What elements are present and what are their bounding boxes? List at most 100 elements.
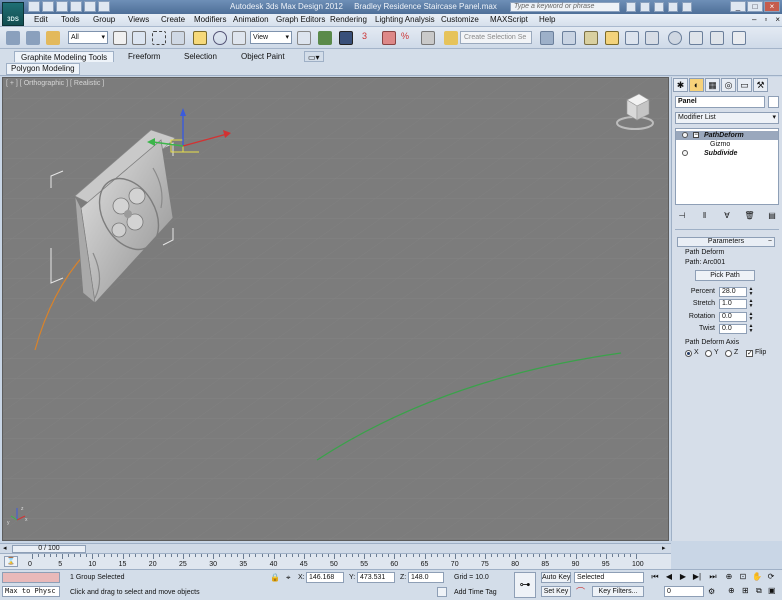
maximize-viewport-icon[interactable]: ⧉ (756, 586, 762, 596)
communication-center-icon[interactable] (654, 2, 664, 12)
menu-help[interactable]: Help (539, 15, 555, 24)
parameters-rollout-header[interactable]: Parameters − (677, 237, 775, 247)
render-production-icon[interactable] (732, 31, 746, 45)
key-mode-dropdown[interactable]: Selected (574, 572, 644, 583)
pivot-center-icon[interactable] (297, 31, 311, 45)
select-and-scale-icon[interactable] (232, 31, 246, 45)
schematic-view-icon[interactable] (645, 31, 659, 45)
rectangular-selection-icon[interactable] (152, 31, 166, 45)
add-time-tag-icon[interactable] (437, 587, 447, 597)
stretch-spinner-arrows-icon[interactable]: ▲ ▼ (748, 299, 754, 309)
select-and-link-icon[interactable] (6, 31, 20, 45)
modifier-toggle-bulb-icon[interactable] (682, 150, 688, 156)
set-key-big-icon[interactable]: ⊶ (514, 572, 536, 598)
redo-icon[interactable] (84, 1, 96, 12)
stack-item-pathdeform[interactable]: − PathDeform (676, 131, 778, 140)
pan-view-icon[interactable]: ✋ (752, 572, 762, 582)
time-configuration-icon[interactable]: ⚙ (708, 587, 715, 596)
reference-coordinate-dropdown[interactable]: View (250, 31, 292, 44)
layer-manager-icon[interactable] (584, 31, 598, 45)
zoom-all-icon[interactable]: ⊞ (742, 586, 749, 595)
close-button[interactable]: × (764, 1, 780, 12)
subscription-icon[interactable] (640, 2, 650, 12)
y-coord-input[interactable]: 473.531 (357, 572, 395, 583)
save-file-icon[interactable] (56, 1, 68, 12)
field-of-view-icon[interactable]: ▣ (768, 586, 776, 595)
maxscript-listener-mini[interactable] (2, 572, 60, 583)
menu-maxscript[interactable]: MAXScript (490, 15, 528, 24)
time-slider-next-icon[interactable]: ▸ (662, 544, 666, 552)
time-slider-thumb[interactable]: 0 / 100 (12, 545, 86, 553)
align-icon[interactable] (562, 31, 576, 45)
tab-freeform[interactable]: Freeform (122, 51, 166, 62)
project-folder-icon[interactable] (98, 1, 110, 12)
select-by-name-icon[interactable] (132, 31, 146, 45)
menu-group[interactable]: Group (93, 15, 115, 24)
tab-graphite-modeling-tools[interactable]: Graphite Modeling Tools (14, 51, 115, 62)
track-bar[interactable]: ⌛ 0 5 10 15 20 25 30 35 40 45 50 55 60 65 70 75 80 85 90 95… (0, 553, 671, 569)
curve-editor-icon[interactable] (625, 31, 639, 45)
angle-snap-icon[interactable] (382, 31, 396, 45)
modify-tab-icon[interactable]: ◐ (689, 78, 704, 92)
ribbon-options-icon[interactable]: ▭▾ (304, 51, 324, 62)
orbit-icon[interactable]: ⟳ (766, 572, 776, 582)
mini-curve-editor-icon[interactable]: ⌛ (4, 556, 18, 567)
viewport-label[interactable]: [ + ] [ Orthographic ] [ Realistic ] (6, 80, 104, 87)
percent-snap-icon[interactable]: % (401, 31, 415, 45)
time-slider[interactable]: ◂ 0 / 100 ▸ (0, 543, 671, 553)
stack-item-gizmo[interactable]: Gizmo (676, 140, 778, 149)
percent-spinner-arrows-icon[interactable]: ▲ ▼ (748, 287, 754, 297)
x-coord-input[interactable]: 146.168 (306, 572, 344, 583)
infocenter-search-input[interactable]: Type a keyword or phrase (510, 2, 620, 12)
zoom-icon[interactable]: ⊕ (728, 586, 735, 595)
zoom-extents-selected-icon[interactable]: ⊡ (738, 572, 748, 582)
perspective-viewport[interactable]: z x y [ + ] [ Orthographic ] [ Realistic… (2, 77, 669, 541)
keyboard-shortcut-override-icon[interactable] (339, 31, 353, 45)
next-frame-icon[interactable]: ▶| (692, 572, 702, 582)
unlink-selection-icon[interactable] (26, 31, 40, 45)
favorites-star-icon[interactable] (668, 2, 678, 12)
minimize-button[interactable]: _ (730, 1, 746, 12)
twist-spinner-input[interactable]: 0.0 (719, 324, 747, 334)
app-logo-button[interactable]: 3DS (2, 2, 24, 26)
snaps-toggle-icon[interactable]: 3 (362, 31, 376, 45)
pick-path-button[interactable]: Pick Path (695, 270, 755, 281)
spinner-snap-icon[interactable] (421, 31, 435, 45)
default-in-out-tangent-icon[interactable]: ⌒ (576, 585, 585, 598)
rendered-frame-window-icon[interactable] (710, 31, 724, 45)
go-to-end-icon[interactable]: ⏭ (708, 572, 718, 582)
remove-modifier-icon[interactable]: 🗑 (743, 210, 757, 222)
select-and-manipulate-icon[interactable] (318, 31, 332, 45)
current-frame-input[interactable]: 0 (664, 586, 704, 597)
collapse-icon[interactable]: − (768, 238, 772, 246)
percent-spinner-input[interactable]: 28.0 (719, 287, 747, 297)
edit-named-selection-icon[interactable] (444, 31, 458, 45)
axis-y-radio[interactable] (705, 350, 712, 357)
axis-z-radio[interactable] (725, 350, 732, 357)
open-file-icon[interactable] (42, 1, 54, 12)
menu-graph-editors[interactable]: Graph Editors (276, 15, 325, 24)
play-icon[interactable]: ▶ (678, 572, 688, 582)
select-and-rotate-icon[interactable] (213, 31, 227, 45)
absolute-offset-icon[interactable]: ⌖ (286, 573, 291, 583)
search-icon[interactable] (626, 2, 636, 12)
maxscript-prompt-input[interactable]: Max to Physc (2, 586, 60, 597)
menu-rendering[interactable]: Rendering (330, 15, 367, 24)
material-editor-icon[interactable] (668, 31, 682, 45)
create-tab-icon[interactable]: ✱ (673, 78, 688, 92)
named-selection-set-input[interactable]: Create Selection Se (460, 31, 532, 44)
menu-animation[interactable]: Animation (233, 15, 269, 24)
menu-tools[interactable]: Tools (61, 15, 80, 24)
tab-selection[interactable]: Selection (178, 51, 223, 62)
stack-item-subdivide[interactable]: Subdivide (676, 149, 778, 158)
hierarchy-tab-icon[interactable]: ▦ (705, 78, 720, 92)
viewport-scene[interactable]: z x y (3, 78, 669, 541)
previous-frame-icon[interactable]: ◀ (664, 572, 674, 582)
doc-close-icon[interactable]: × (775, 15, 780, 24)
z-coord-input[interactable]: 148.0 (408, 572, 444, 583)
modifier-toggle-bulb-icon[interactable] (682, 132, 688, 138)
undo-icon[interactable] (70, 1, 82, 12)
auto-key-button[interactable]: Auto Key (541, 572, 571, 583)
menu-lighting-analysis[interactable]: Lighting Analysis (375, 15, 435, 24)
menu-modifiers[interactable]: Modifiers (194, 15, 226, 24)
